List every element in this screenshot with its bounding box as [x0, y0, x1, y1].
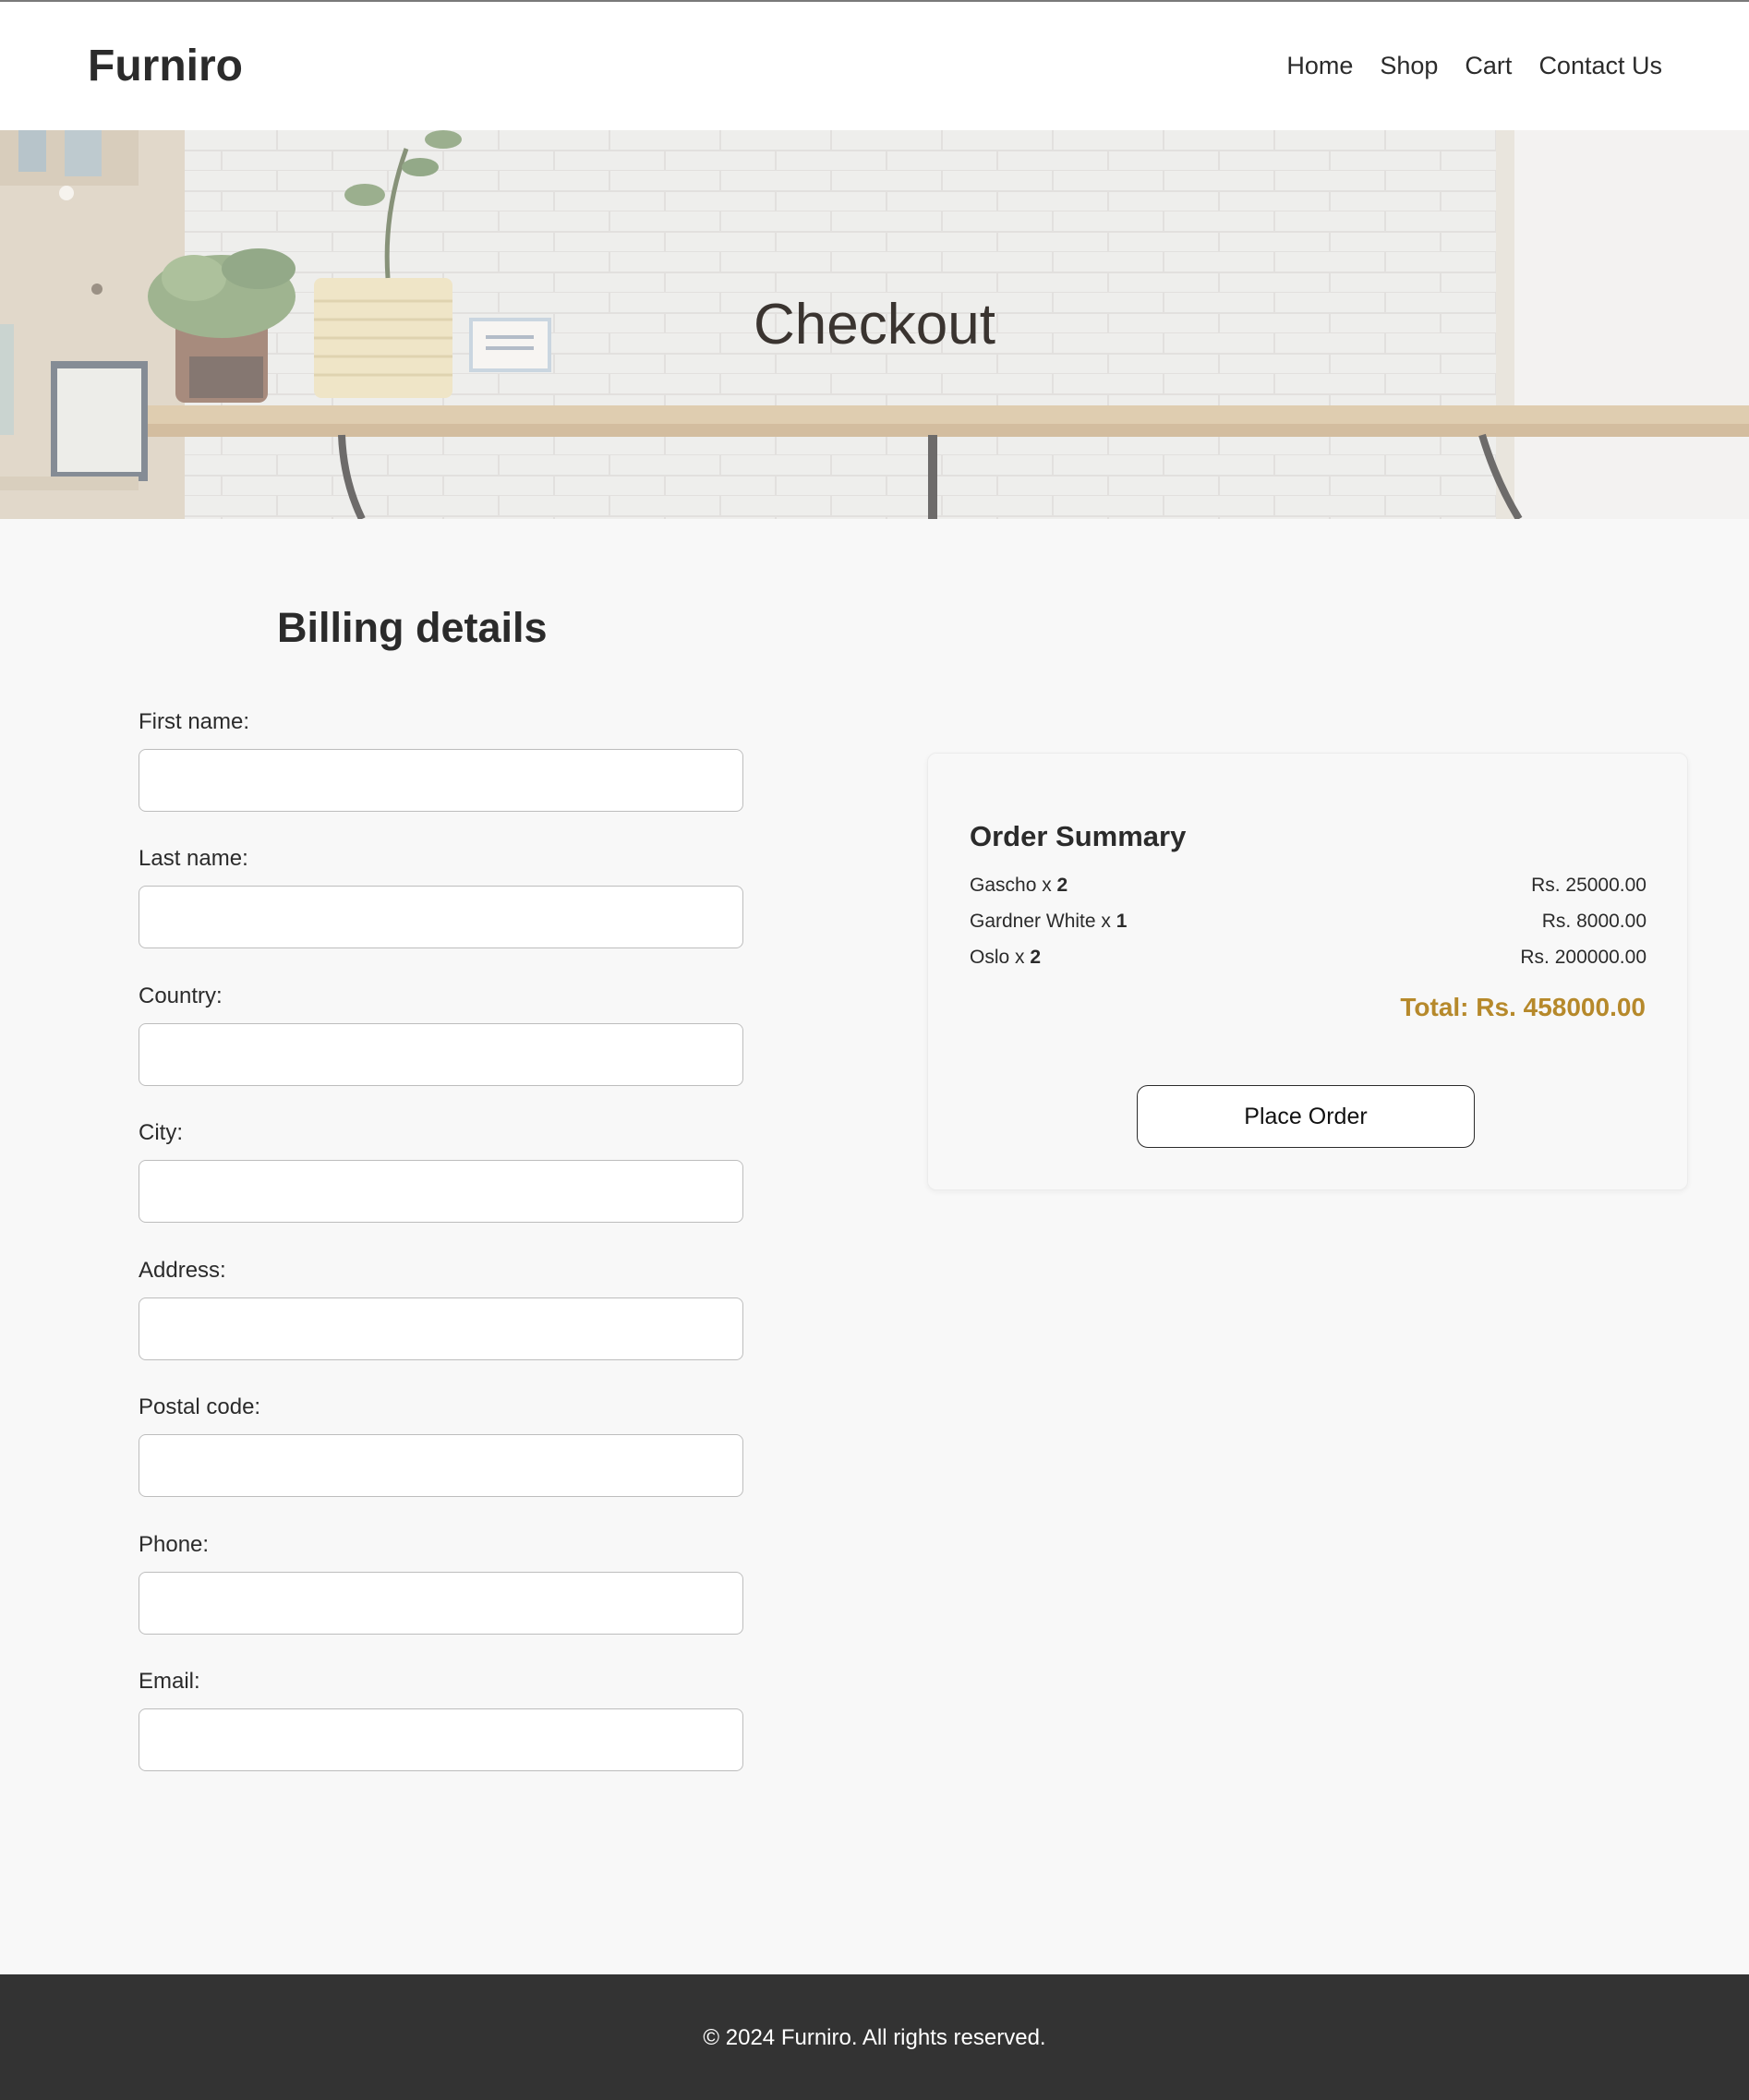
email-input[interactable]	[139, 1708, 743, 1771]
phone-input[interactable]	[139, 1572, 743, 1635]
order-item-name: Gardner White x 1	[970, 911, 1128, 932]
country-input[interactable]	[139, 1023, 743, 1086]
first-name-input[interactable]	[139, 749, 743, 812]
order-item-price: Rs. 25000.00	[1531, 875, 1646, 896]
page-title: Checkout	[754, 293, 995, 356]
order-item-quantity: 1	[1116, 911, 1128, 932]
hero-banner: Checkout	[0, 130, 1749, 519]
nav-contact-link[interactable]: Contact Us	[1538, 52, 1662, 80]
email-label: Email:	[139, 1669, 200, 1694]
nav-cart-link[interactable]: Cart	[1465, 52, 1512, 80]
nav-home-link[interactable]: Home	[1286, 52, 1353, 80]
order-item-quantity: 2	[1030, 947, 1042, 968]
last-name-label: Last name:	[139, 846, 248, 871]
city-input[interactable]	[139, 1160, 743, 1223]
nav-shop-link[interactable]: Shop	[1380, 52, 1438, 80]
last-name-input[interactable]	[139, 886, 743, 948]
city-label: City:	[139, 1120, 183, 1145]
main-nav: Home Shop Cart Contact Us	[1286, 52, 1662, 80]
order-item-name: Oslo x 2	[970, 947, 1042, 968]
order-summary-card: Order Summary Gascho x 2 Rs. 25000.00 Ga…	[927, 753, 1688, 1190]
address-label: Address:	[139, 1258, 226, 1283]
billing-details-heading: Billing details	[277, 604, 548, 651]
order-item-row: Gascho x 2 Rs. 25000.00	[970, 875, 1646, 902]
order-item-price: Rs. 8000.00	[1541, 911, 1646, 932]
first-name-label: First name:	[139, 709, 250, 734]
site-header: Furniro Home Shop Cart Contact Us	[0, 0, 1749, 130]
order-item-quantity: 2	[1056, 875, 1068, 896]
site-logo[interactable]: Furniro	[88, 41, 243, 91]
phone-label: Phone:	[139, 1532, 210, 1557]
order-item-row: Gardner White x 1 Rs. 8000.00	[970, 911, 1646, 938]
order-item-name: Gascho x 2	[970, 875, 1068, 896]
copyright-text: © 2024 Furniro. All rights reserved.	[703, 2025, 1046, 2050]
country-label: Country:	[139, 984, 223, 1008]
order-summary-heading: Order Summary	[970, 820, 1187, 852]
order-item-row: Oslo x 2 Rs. 200000.00	[970, 947, 1646, 974]
postal-code-label: Postal code:	[139, 1394, 261, 1419]
postal-code-input[interactable]	[139, 1434, 743, 1497]
order-total: Total: Rs. 458000.00	[1400, 993, 1646, 1021]
site-footer: © 2024 Furniro. All rights reserved.	[0, 1974, 1749, 2100]
address-input[interactable]	[139, 1297, 743, 1360]
place-order-button[interactable]: Place Order	[1137, 1085, 1475, 1148]
order-item-price: Rs. 200000.00	[1520, 947, 1646, 968]
